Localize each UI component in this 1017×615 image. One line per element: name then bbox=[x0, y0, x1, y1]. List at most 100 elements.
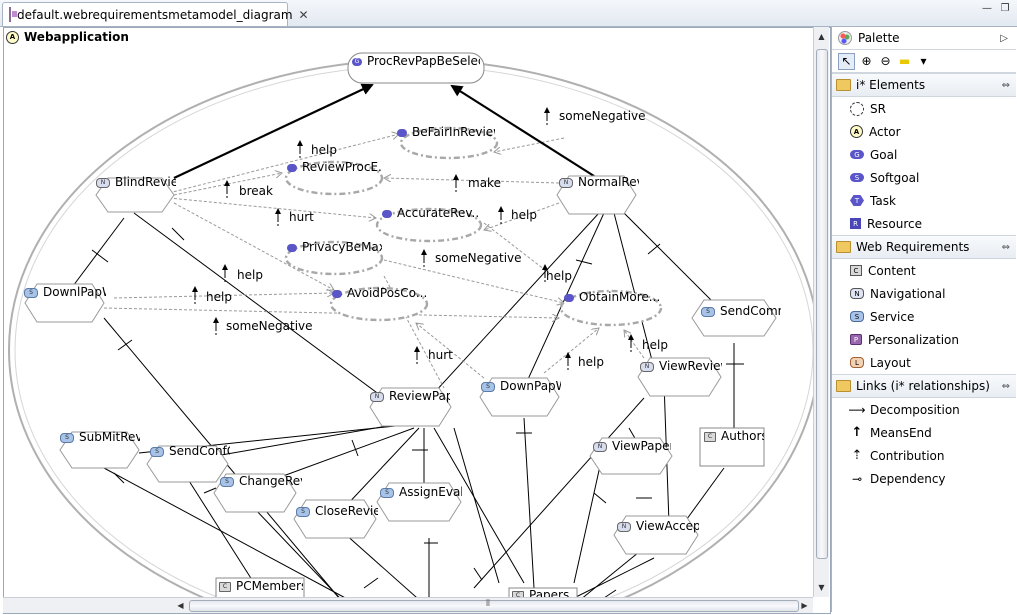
task-normalrevi[interactable]: NNormalRevi bbox=[559, 175, 639, 189]
palette-item-meansend[interactable]: ↑ MeansEnd bbox=[832, 421, 1016, 444]
vertical-scrollbar[interactable]: ▲ ▼ bbox=[813, 27, 829, 597]
service-icon: S bbox=[701, 306, 715, 317]
zoom-out-icon[interactable]: ⊖ bbox=[878, 54, 893, 69]
note-tool-icon[interactable]: ▬ bbox=[897, 54, 912, 69]
navigational-icon: N bbox=[593, 441, 607, 452]
palette-item-layout[interactable]: L Layout bbox=[832, 351, 1016, 374]
horizontal-scrollbar[interactable]: ◀ ⦀ ▶ bbox=[3, 597, 813, 613]
palette-item-navigational[interactable]: N Navigational bbox=[832, 282, 1016, 305]
softgoal-befair[interactable]: BeFairInReview bbox=[397, 125, 495, 139]
softgoal-privacy[interactable]: PrivacyBeMax bbox=[287, 240, 382, 254]
palette-item-label: Decomposition bbox=[870, 402, 960, 417]
palette-item-label: Softgoal bbox=[870, 170, 920, 185]
palette-drawer-header[interactable]: Links (i* relationships) ⇔ bbox=[832, 375, 1016, 398]
folder-icon bbox=[836, 79, 851, 91]
pin-icon[interactable]: ⇔ bbox=[1002, 80, 1010, 91]
scroll-down-icon[interactable]: ▼ bbox=[814, 580, 829, 595]
goal-icon: G bbox=[352, 57, 362, 66]
palette-item-resource[interactable]: R Resource bbox=[832, 212, 1016, 235]
palette-drawer-header[interactable]: Web Requirements ⇔ bbox=[832, 236, 1016, 259]
palette-item-label: Task bbox=[870, 193, 896, 208]
diagram-graphics bbox=[8, 52, 820, 613]
softgoal-obtainmore[interactable]: ObtainMore... bbox=[564, 290, 660, 304]
palette-drawer-header[interactable]: i* Elements ⇔ bbox=[832, 74, 1016, 97]
softgoal-avoidpos[interactable]: AvoidPosCo... bbox=[332, 286, 427, 300]
collapse-palette-icon[interactable]: ▷ bbox=[1000, 33, 1008, 44]
palette-icon bbox=[838, 31, 852, 45]
resource-pcmembers[interactable]: C PCMembers bbox=[219, 579, 303, 593]
task-downlpapw[interactable]: SDownlPapW bbox=[24, 285, 106, 299]
palette-item-content[interactable]: C Content bbox=[832, 259, 1016, 282]
grip-icon: ⦀ bbox=[486, 599, 490, 609]
contrib-icon: ⇡ bbox=[851, 448, 863, 463]
task-viewreview[interactable]: NViewReview bbox=[640, 359, 722, 373]
close-icon[interactable]: ✕ bbox=[299, 8, 309, 22]
palette-item-dependency[interactable]: ⊸ Dependency bbox=[832, 467, 1016, 490]
minimize-icon[interactable]: — bbox=[981, 3, 993, 15]
link-label-somenegative: someNegative bbox=[435, 251, 522, 265]
resource-authors[interactable]: C Authors bbox=[704, 429, 764, 443]
scroll-left-icon[interactable]: ◀ bbox=[173, 598, 188, 613]
task-viewpapers[interactable]: NViewPapers bbox=[593, 439, 671, 453]
pers-icon: P bbox=[850, 334, 862, 345]
sr-icon bbox=[850, 101, 864, 116]
palette-toolbar: ↖ ⊕ ⊖ ▬ ▾ bbox=[832, 50, 1016, 73]
task-assigneval[interactable]: S AssignEval bbox=[380, 485, 462, 499]
root-goal-label: ProcRevPapBeSelec... bbox=[367, 54, 480, 68]
palette-item-personalization[interactable]: P Personalization bbox=[832, 328, 1016, 351]
layout-icon: L bbox=[850, 357, 864, 368]
pin-icon[interactable]: ⇔ bbox=[1002, 381, 1010, 392]
link-label-break: break bbox=[239, 184, 273, 198]
link-label-hurt: hurt bbox=[428, 348, 453, 362]
softgoal-reviewproc[interactable]: ReviewProcE... bbox=[287, 160, 382, 174]
diagram-file-icon bbox=[9, 7, 17, 22]
task-sendconfc[interactable]: S SendConfC bbox=[150, 444, 230, 458]
pin-icon[interactable]: ⇔ bbox=[1002, 242, 1010, 253]
task-blindreview[interactable]: NBlindReview bbox=[96, 175, 176, 189]
softgoal-icon bbox=[382, 209, 392, 218]
softgoal-icon bbox=[397, 128, 407, 137]
select-tool-icon[interactable]: ↖ bbox=[838, 52, 855, 70]
zoom-in-icon[interactable]: ⊕ bbox=[859, 54, 874, 69]
diagram-canvas[interactable]: A Webapplication G ProcRevPapBeSele BeFa… bbox=[3, 27, 831, 614]
palette-item-service[interactable]: S Service bbox=[832, 305, 1016, 328]
service-icon: S bbox=[24, 287, 38, 298]
task-sendcomm[interactable]: SSendComm bbox=[701, 304, 781, 318]
task-downpapw[interactable]: S DownPapW bbox=[481, 379, 561, 393]
note-dropdown-icon[interactable]: ▾ bbox=[916, 54, 931, 69]
palette-item-softgoal[interactable]: S Softgoal bbox=[832, 166, 1016, 189]
link-label-somenegative: someNegative bbox=[559, 109, 646, 123]
palette-item-contribution[interactable]: ⇡ Contribution bbox=[832, 444, 1016, 467]
task-viewaccept[interactable]: N ViewAccept bbox=[617, 519, 699, 533]
vertical-scroll-thumb[interactable] bbox=[816, 49, 828, 559]
palette-item-actor[interactable]: A Actor bbox=[832, 120, 1016, 143]
palette-item-label: Navigational bbox=[870, 286, 946, 301]
palette-item-goal[interactable]: G Goal bbox=[832, 143, 1016, 166]
link-label-help: help bbox=[511, 208, 537, 222]
service-icon: S bbox=[481, 381, 495, 392]
root-goal[interactable]: G ProcRevPapBeSelec... bbox=[352, 54, 480, 68]
palette-item-sr[interactable]: SR bbox=[832, 97, 1016, 120]
palette-item-decomposition[interactable]: ⟶ Decomposition bbox=[832, 398, 1016, 421]
task-changerev[interactable]: S ChangeRev bbox=[220, 474, 302, 488]
task-reviewpape[interactable]: NReviewPape bbox=[370, 389, 450, 403]
link-label-help: help bbox=[237, 268, 263, 282]
task-submitrevi[interactable]: S SubMitRevi bbox=[60, 430, 140, 444]
horizontal-scroll-thumb[interactable]: ⦀ bbox=[189, 599, 799, 612]
palette-item-label: Contribution bbox=[870, 448, 945, 463]
palette-title: Palette bbox=[858, 31, 900, 45]
editor-tab[interactable]: default.webrequirementsmetamodel_diagram… bbox=[2, 2, 309, 26]
softgoal-icon bbox=[287, 163, 297, 172]
palette-drawer-label: i* Elements bbox=[856, 78, 926, 92]
scroll-up-icon[interactable]: ▲ bbox=[814, 29, 829, 44]
service-icon: S bbox=[60, 432, 74, 443]
editor-tab-bar: default.webrequirementsmetamodel_diagram… bbox=[0, 0, 1017, 27]
softgoal-accurate[interactable]: AccurateRev... bbox=[382, 206, 478, 220]
actor-icon: A bbox=[850, 125, 863, 138]
palette-item-task[interactable]: T Task bbox=[832, 189, 1016, 212]
restore-icon[interactable]: ❐ bbox=[999, 3, 1011, 15]
task-closereview[interactable]: SCloseReview bbox=[296, 504, 378, 518]
softgoal-icon: S bbox=[850, 173, 864, 182]
scroll-right-icon[interactable]: ▶ bbox=[797, 598, 812, 613]
task-icon: T bbox=[850, 195, 864, 206]
